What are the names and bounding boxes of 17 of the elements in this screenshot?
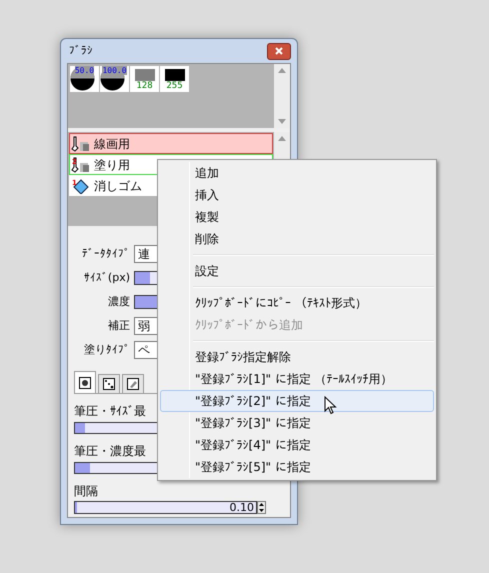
slider-label: 間隔 — [74, 483, 98, 500]
brush-name: 線画用 — [94, 136, 130, 152]
field-label: 濃度 — [107, 294, 131, 310]
slider-label: 筆圧・ｻｲｽﾞ最 — [74, 403, 146, 420]
preset-density: 128 — [136, 81, 153, 91]
preset-size: 100.0 — [102, 66, 127, 75]
field-label: 塗りﾀｲﾌﾟ — [83, 342, 131, 358]
window-title: ﾌﾞﾗｼ — [68, 42, 93, 59]
preset-density: 255 — [166, 81, 183, 91]
preset-size: 50.0 — [74, 66, 94, 75]
slider-value: 0.10 — [230, 502, 255, 513]
field-label: ｻｲｽﾞ(px) — [82, 270, 131, 286]
field-label: 補正 — [107, 318, 131, 334]
brush-name: 塗り用 — [94, 156, 130, 174]
slider-label: 筆圧・濃度最 — [74, 443, 146, 460]
brush-name: 消しゴム — [94, 178, 142, 194]
field-label: ﾃﾞｰﾀﾀｲﾌﾟ — [81, 246, 131, 262]
